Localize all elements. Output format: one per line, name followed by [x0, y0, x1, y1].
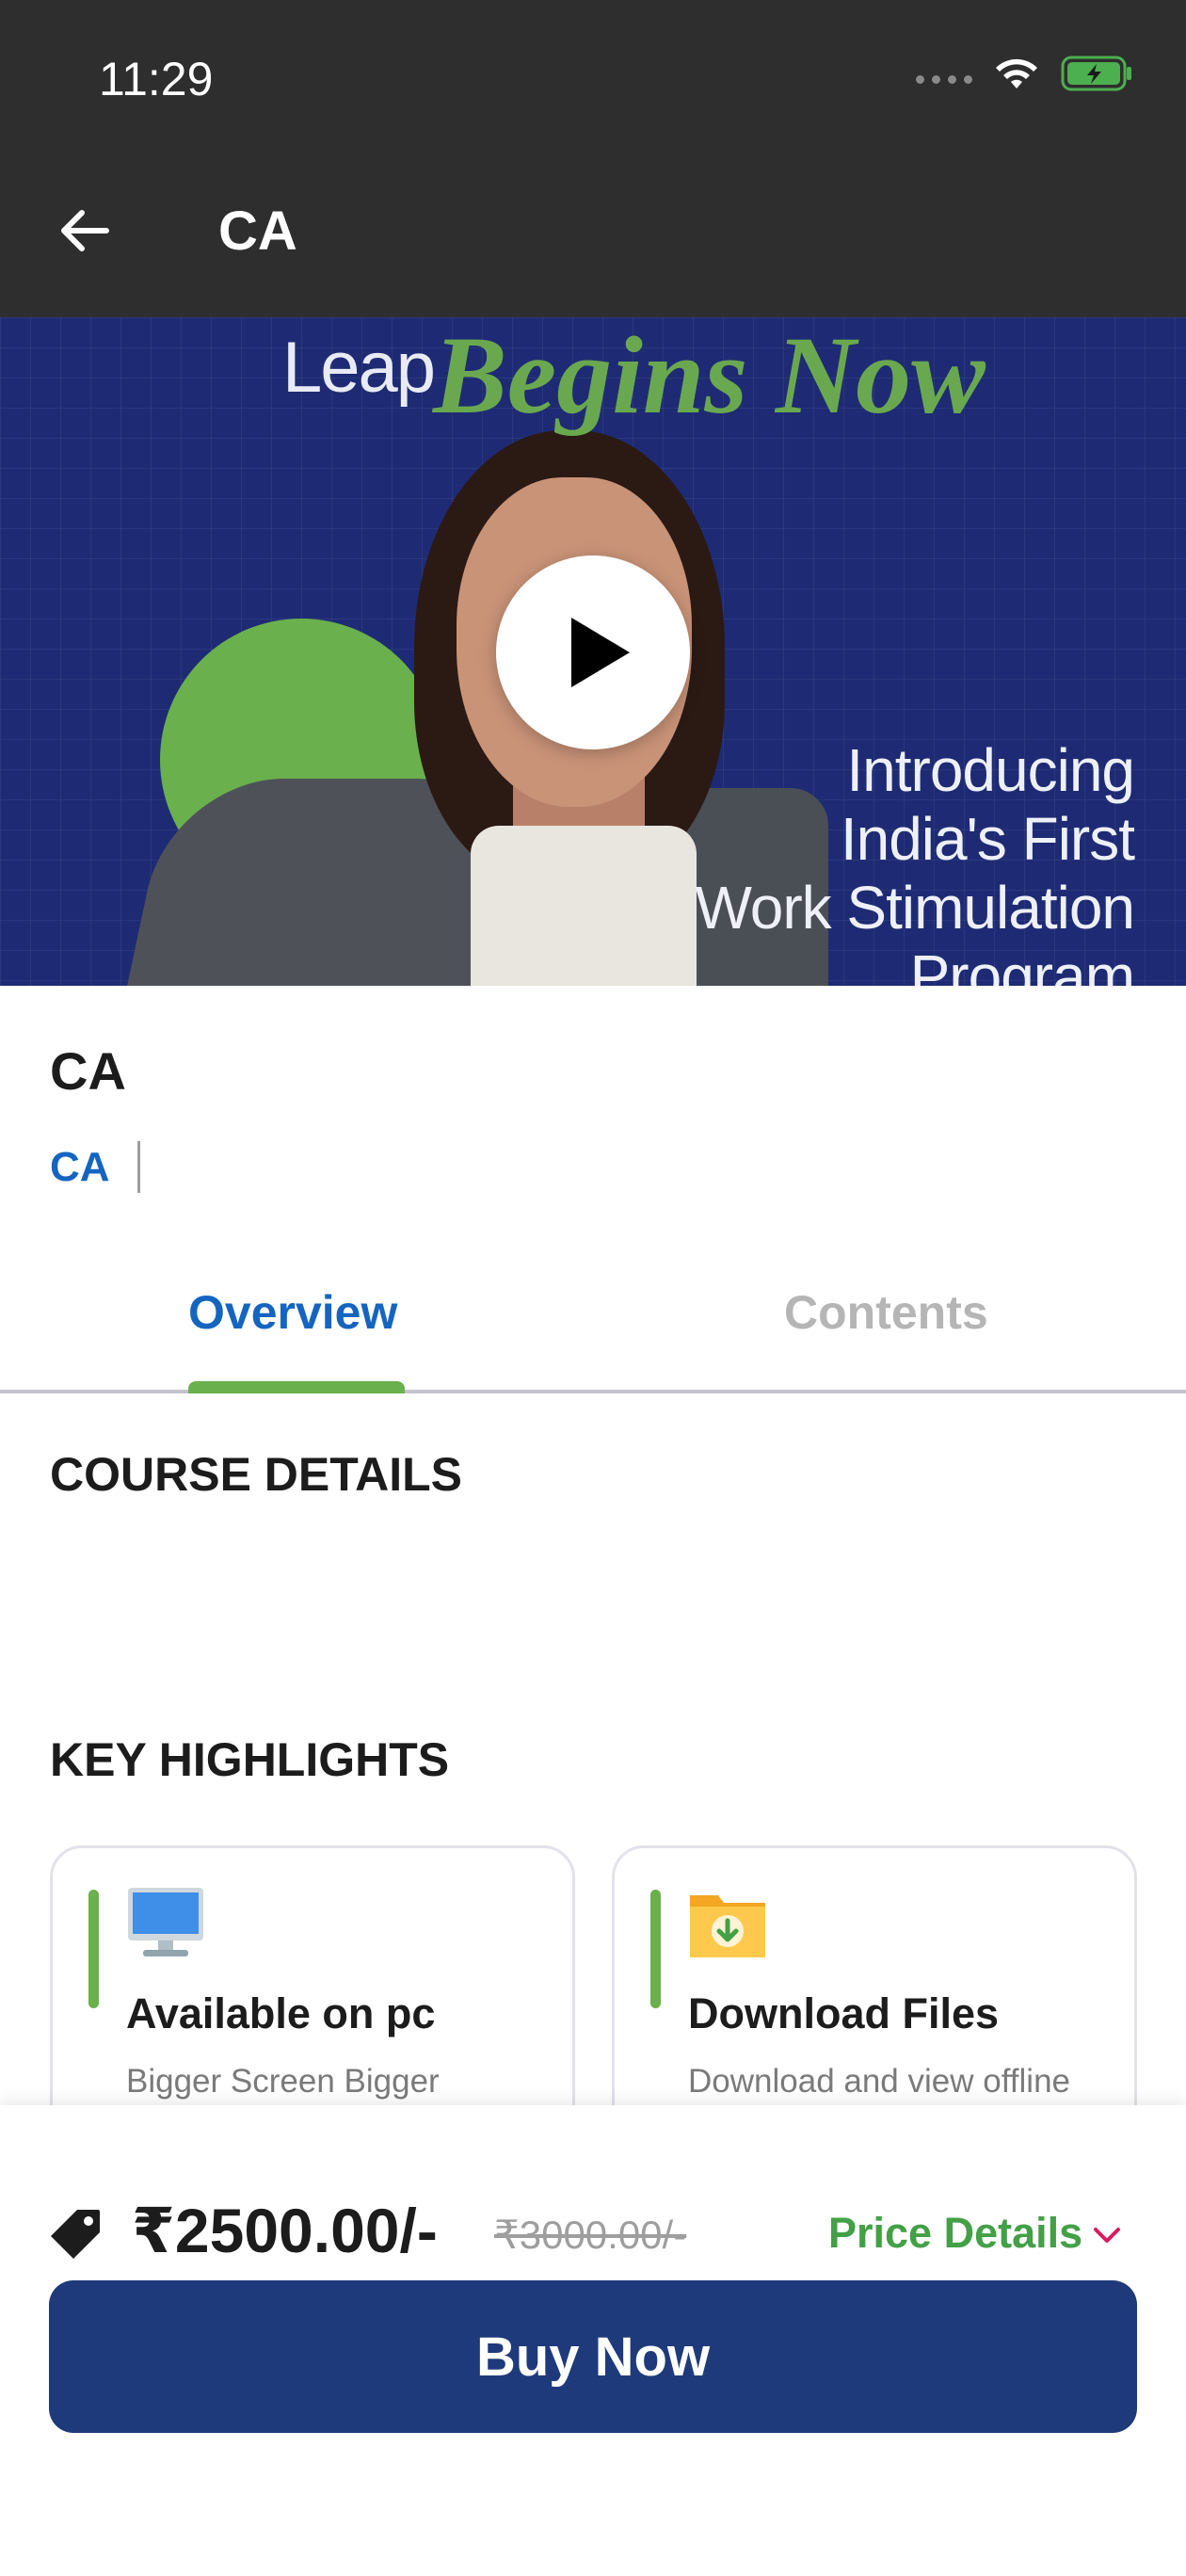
- battery-icon: [1061, 56, 1131, 91]
- hero-intro-line: Introducing: [846, 736, 1135, 804]
- download-folder-icon: [690, 1895, 765, 1957]
- highlight-title: Available on pc: [126, 1989, 436, 2037]
- card-accent-bar: [650, 1890, 661, 2008]
- hero-intro-text: Introducing India's First Work Stimulati…: [695, 736, 1135, 986]
- signal-icon: [916, 74, 972, 84]
- play-icon: [571, 618, 630, 687]
- hero-person-shirt: [471, 826, 697, 986]
- tab-contents[interactable]: Contents: [784, 1285, 988, 1340]
- play-button[interactable]: [496, 555, 690, 749]
- course-video-preview[interactable]: Leap Begins Now Introducing India's Firs…: [0, 317, 1186, 986]
- highlight-title: Download Files: [688, 1989, 1000, 2037]
- card-accent-bar: [88, 1890, 99, 2008]
- chevron-down-icon[interactable]: [1090, 2218, 1124, 2252]
- hero-intro-line: Work Stimulation: [695, 874, 1135, 942]
- status-time: 11:29: [99, 53, 214, 105]
- back-arrow-icon[interactable]: [52, 198, 118, 264]
- hero-intro-line: India's First: [840, 805, 1135, 873]
- hero-headline-leap: Leap: [282, 328, 436, 408]
- wifi-icon: [996, 58, 1037, 89]
- highlight-subtitle: Download and view offline: [688, 2063, 1071, 2100]
- buy-now-button[interactable]: Buy Now: [49, 2280, 1137, 2433]
- course-title: CA: [50, 1041, 126, 1101]
- course-details-heading: COURSE DETAILS: [50, 1448, 462, 1501]
- active-tab-indicator: [188, 1381, 405, 1393]
- course-category: CA: [50, 1144, 110, 1190]
- price-details-toggle[interactable]: Price Details: [828, 2209, 1082, 2258]
- hero-headline-main: Begins Now: [433, 317, 986, 437]
- current-price: ₹2500.00/-: [132, 2196, 438, 2265]
- page-title: CA: [218, 201, 297, 262]
- category-divider: [137, 1141, 140, 1193]
- key-highlights-heading: KEY HIGHLIGHTS: [50, 1733, 450, 1786]
- highlight-subtitle: Bigger Screen Bigger: [126, 2063, 440, 2100]
- tab-divider: [0, 1390, 1186, 1393]
- price-tag-icon: [51, 2210, 100, 2259]
- hero-intro-line: Program: [909, 942, 1135, 986]
- monitor-icon: [128, 1888, 203, 1956]
- status-icons: [916, 55, 1134, 92]
- original-price: ₹3000.00/-: [494, 2213, 687, 2257]
- tab-overview[interactable]: Overview: [188, 1285, 397, 1340]
- purchase-bar: ₹2500.00/- ₹3000.00/- Price Details Buy …: [0, 2105, 1186, 2576]
- app-header: 11:29 CA: [0, 0, 1186, 317]
